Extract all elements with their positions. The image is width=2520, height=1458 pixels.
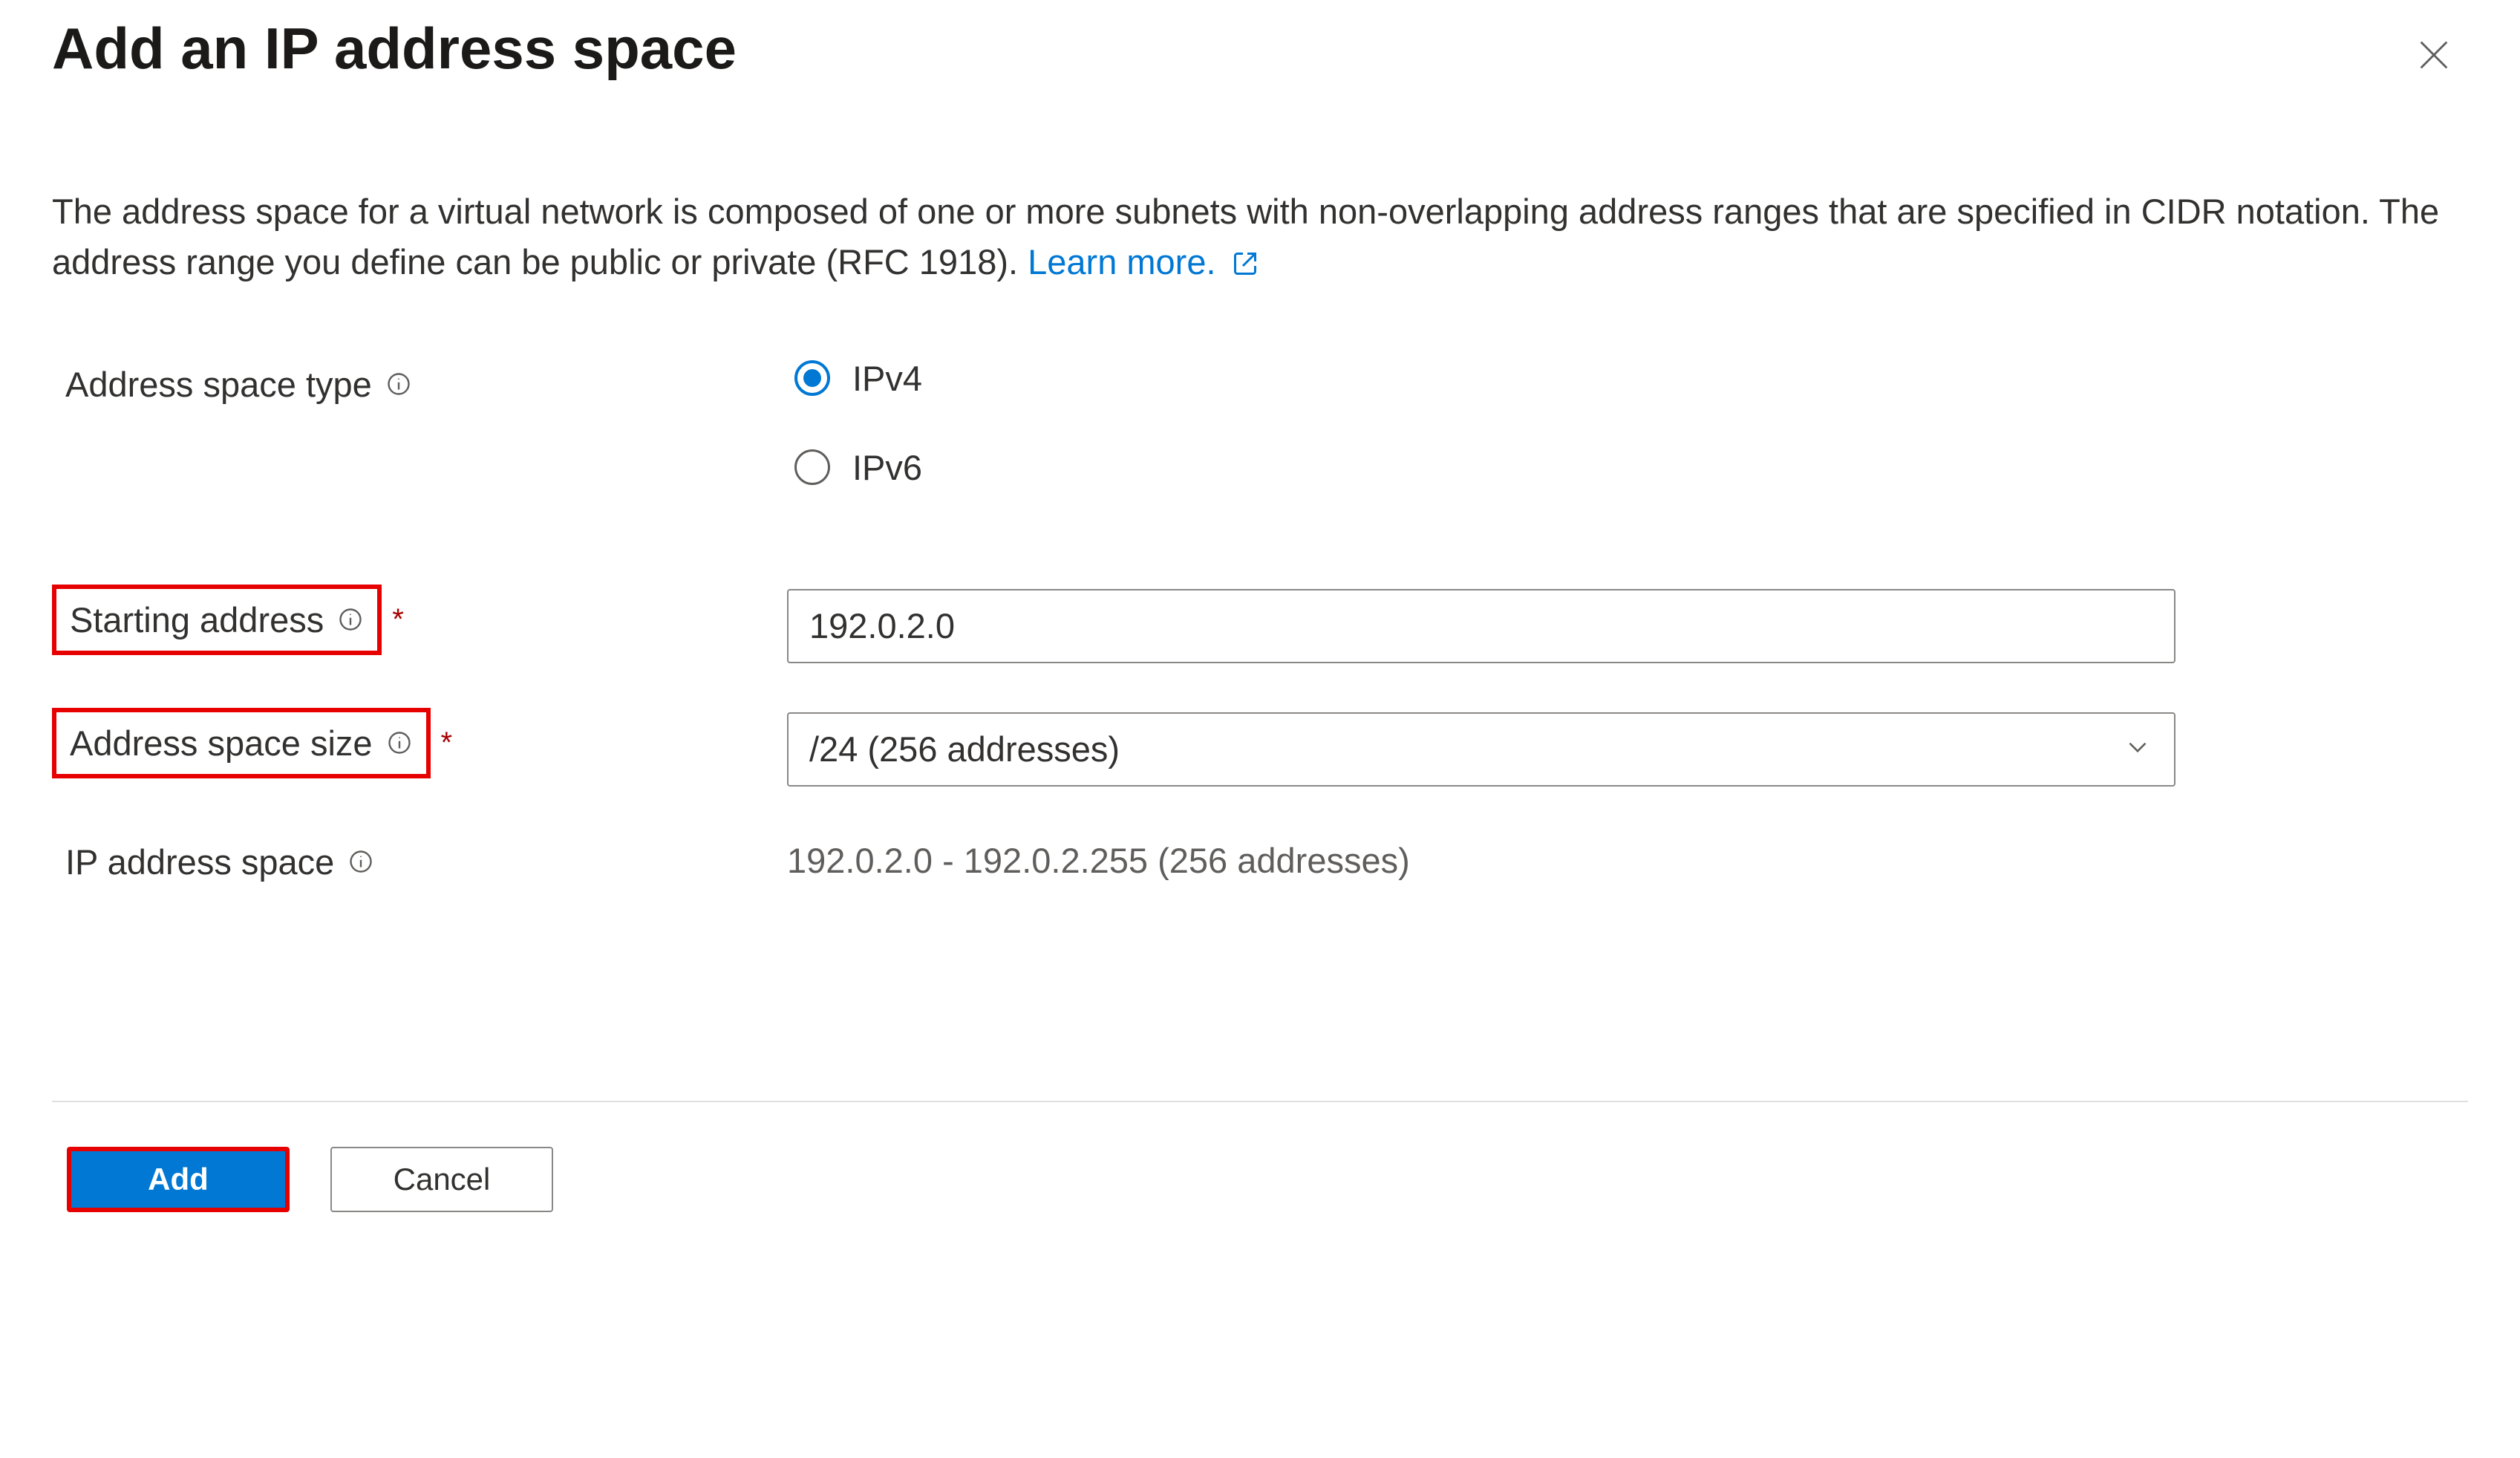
panel-footer: Add Cancel	[52, 1147, 2468, 1212]
starting-address-label: Starting address	[70, 602, 324, 637]
learn-more-label: Learn more.	[1028, 242, 1215, 281]
add-button[interactable]: Add	[67, 1147, 290, 1212]
value-cell: 192.0.2.0 - 192.0.2.255 (256 addresses)	[787, 831, 2468, 881]
label-box: IP address space	[52, 831, 388, 893]
label-cell: Address space type	[52, 354, 787, 415]
add-ip-address-space-panel: Add an IP address space The address spac…	[0, 0, 2520, 1257]
label-box-highlighted: Starting address	[52, 585, 382, 655]
required-indicator-icon: *	[441, 726, 453, 760]
radio-label: IPv6	[852, 447, 922, 488]
ip-address-space-label: IP address space	[65, 844, 334, 879]
cancel-button-label: Cancel	[394, 1162, 491, 1197]
label-box: Address space type	[52, 354, 425, 415]
row-starting-address: Starting address *	[52, 585, 2468, 663]
external-link-icon	[1232, 240, 1259, 290]
row-ip-address-space: IP address space 192.0.2.0 - 192.0.2.255…	[52, 831, 2468, 893]
value-cell	[787, 585, 2468, 663]
select-value: /24 (256 addresses)	[809, 729, 1120, 769]
label-cell: IP address space	[52, 831, 787, 893]
row-address-space-type: Address space type IPv4	[52, 354, 2468, 488]
info-icon[interactable]	[347, 848, 374, 875]
form: Address space type IPv4	[52, 354, 2468, 893]
required-indicator-icon: *	[392, 603, 404, 637]
address-space-type-label: Address space type	[65, 367, 372, 402]
footer-divider	[52, 1101, 2468, 1102]
panel-header: Add an IP address space	[52, 15, 2468, 186]
radio-indicator-icon	[794, 449, 830, 485]
value-cell: IPv4 IPv6	[787, 354, 2468, 488]
radio-indicator-icon	[794, 360, 830, 396]
info-icon[interactable]	[385, 371, 412, 397]
chevron-down-icon	[2122, 732, 2153, 767]
starting-address-input[interactable]	[787, 589, 2175, 663]
info-icon[interactable]	[386, 729, 413, 756]
value-cell: /24 (256 addresses)	[787, 708, 2468, 787]
ip-address-space-value: 192.0.2.0 - 192.0.2.255 (256 addresses)	[787, 836, 2468, 881]
close-button[interactable]	[2407, 28, 2461, 82]
label-cell: Address space size *	[52, 708, 787, 778]
address-space-type-radio-group: IPv4 IPv6	[787, 358, 2468, 488]
address-space-size-label: Address space size	[70, 726, 373, 761]
info-icon[interactable]	[337, 606, 364, 633]
row-address-space-size: Address space size * /24 (256 addresses)	[52, 708, 2468, 787]
cancel-button[interactable]: Cancel	[330, 1147, 553, 1212]
radio-label: IPv4	[852, 358, 922, 399]
label-cell: Starting address *	[52, 585, 787, 655]
address-space-size-select[interactable]: /24 (256 addresses)	[787, 712, 2175, 787]
label-box-highlighted: Address space size	[52, 708, 431, 778]
panel-description: The address space for a virtual network …	[52, 186, 2465, 290]
address-space-type-ipv4-radio[interactable]: IPv4	[794, 358, 2468, 399]
learn-more-link[interactable]: Learn more.	[1028, 242, 1258, 281]
add-button-label: Add	[148, 1162, 209, 1197]
panel-title: Add an IP address space	[52, 15, 737, 82]
address-space-type-ipv6-radio[interactable]: IPv6	[794, 447, 2468, 488]
close-icon	[2415, 36, 2453, 74]
